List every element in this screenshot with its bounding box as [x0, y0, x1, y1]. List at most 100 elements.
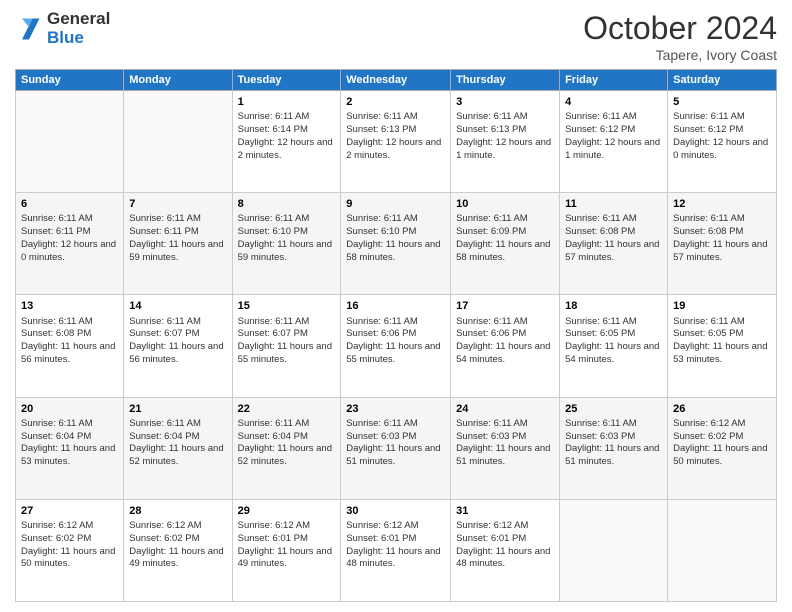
- day-cell: 4 Sunrise: 6:11 AM Sunset: 6:12 PM Daylig…: [560, 91, 668, 193]
- day-number: 29: [238, 504, 336, 518]
- day-cell: 1 Sunrise: 6:11 AM Sunset: 6:14 PM Daylig…: [232, 91, 341, 193]
- day-info: Sunrise: 6:11 AM Sunset: 6:09 PM Dayligh…: [456, 213, 554, 264]
- day-info: Sunrise: 6:11 AM Sunset: 6:04 PM Dayligh…: [21, 418, 118, 469]
- location: Tapere, Ivory Coast: [583, 47, 777, 63]
- day-number: 31: [456, 504, 554, 518]
- header-cell-wednesday: Wednesday: [341, 70, 451, 91]
- day-info: Sunrise: 6:11 AM Sunset: 6:03 PM Dayligh…: [456, 418, 554, 469]
- day-number: 20: [21, 402, 118, 416]
- day-info: Sunrise: 6:11 AM Sunset: 6:06 PM Dayligh…: [346, 316, 445, 367]
- day-cell: 19 Sunrise: 6:11 AM Sunset: 6:05 PM Dayli…: [668, 295, 777, 397]
- day-info: Sunrise: 6:11 AM Sunset: 6:07 PM Dayligh…: [238, 316, 336, 367]
- day-cell: 30 Sunrise: 6:12 AM Sunset: 6:01 PM Dayli…: [341, 499, 451, 601]
- day-info: Sunrise: 6:12 AM Sunset: 6:01 PM Dayligh…: [346, 520, 445, 571]
- day-info: Sunrise: 6:11 AM Sunset: 6:04 PM Dayligh…: [129, 418, 226, 469]
- week-row-3: 13 Sunrise: 6:11 AM Sunset: 6:08 PM Dayli…: [16, 295, 777, 397]
- header-cell-sunday: Sunday: [16, 70, 124, 91]
- title-block: October 2024 Tapere, Ivory Coast: [583, 10, 777, 63]
- header: General Blue October 2024 Tapere, Ivory …: [15, 10, 777, 63]
- day-number: 21: [129, 402, 226, 416]
- day-number: 25: [565, 402, 662, 416]
- day-info: Sunrise: 6:12 AM Sunset: 6:02 PM Dayligh…: [129, 520, 226, 571]
- day-info: Sunrise: 6:11 AM Sunset: 6:12 PM Dayligh…: [565, 111, 662, 162]
- day-cell: 18 Sunrise: 6:11 AM Sunset: 6:05 PM Dayli…: [560, 295, 668, 397]
- day-cell: [668, 499, 777, 601]
- day-cell: 26Sunrise: 6:12 AM Sunset: 6:02 PM Dayli…: [668, 397, 777, 499]
- day-info: Sunrise: 6:11 AM Sunset: 6:13 PM Dayligh…: [456, 111, 554, 162]
- day-cell: 29 Sunrise: 6:12 AM Sunset: 6:01 PM Dayli…: [232, 499, 341, 601]
- day-cell: 12Sunrise: 6:11 AM Sunset: 6:08 PM Dayli…: [668, 193, 777, 295]
- header-row: SundayMondayTuesdayWednesdayThursdayFrid…: [16, 70, 777, 91]
- day-info: Sunrise: 6:12 AM Sunset: 6:01 PM Dayligh…: [238, 520, 336, 571]
- header-cell-tuesday: Tuesday: [232, 70, 341, 91]
- day-number: 5: [673, 95, 771, 109]
- day-number: 14: [129, 299, 226, 313]
- day-number: 27: [21, 504, 118, 518]
- day-number: 7: [129, 197, 226, 211]
- day-number: 19: [673, 299, 771, 313]
- week-row-2: 6Sunrise: 6:11 AM Sunset: 6:11 PM Daylig…: [16, 193, 777, 295]
- day-number: 24: [456, 402, 554, 416]
- week-row-1: 1 Sunrise: 6:11 AM Sunset: 6:14 PM Daylig…: [16, 91, 777, 193]
- day-number: 10: [456, 197, 554, 211]
- day-number: 17: [456, 299, 554, 313]
- day-cell: 13 Sunrise: 6:11 AM Sunset: 6:08 PM Dayli…: [16, 295, 124, 397]
- day-info: Sunrise: 6:11 AM Sunset: 6:10 PM Dayligh…: [346, 213, 445, 264]
- month-title: October 2024: [583, 10, 777, 47]
- day-cell: 17 Sunrise: 6:11 AM Sunset: 6:06 PM Dayli…: [451, 295, 560, 397]
- day-cell: 6Sunrise: 6:11 AM Sunset: 6:11 PM Daylig…: [16, 193, 124, 295]
- day-info: Sunrise: 6:11 AM Sunset: 6:13 PM Dayligh…: [346, 111, 445, 162]
- day-cell: 2Sunrise: 6:11 AM Sunset: 6:13 PM Daylig…: [341, 91, 451, 193]
- day-number: 18: [565, 299, 662, 313]
- day-number: 22: [238, 402, 336, 416]
- day-info: Sunrise: 6:12 AM Sunset: 6:02 PM Dayligh…: [673, 418, 771, 469]
- day-cell: 22 Sunrise: 6:11 AM Sunset: 6:04 PM Dayli…: [232, 397, 341, 499]
- day-cell: 24 Sunrise: 6:11 AM Sunset: 6:03 PM Dayli…: [451, 397, 560, 499]
- day-number: 16: [346, 299, 445, 313]
- header-cell-monday: Monday: [124, 70, 232, 91]
- day-info: Sunrise: 6:11 AM Sunset: 6:08 PM Dayligh…: [565, 213, 662, 264]
- day-number: 11: [565, 197, 662, 211]
- day-cell: 15 Sunrise: 6:11 AM Sunset: 6:07 PM Dayli…: [232, 295, 341, 397]
- day-cell: [124, 91, 232, 193]
- logo-text-blue: Blue: [47, 29, 110, 48]
- day-info: Sunrise: 6:11 AM Sunset: 6:06 PM Dayligh…: [456, 316, 554, 367]
- header-cell-friday: Friday: [560, 70, 668, 91]
- day-cell: 8Sunrise: 6:11 AM Sunset: 6:10 PM Daylig…: [232, 193, 341, 295]
- day-number: 4: [565, 95, 662, 109]
- day-info: Sunrise: 6:12 AM Sunset: 6:01 PM Dayligh…: [456, 520, 554, 571]
- day-info: Sunrise: 6:11 AM Sunset: 6:07 PM Dayligh…: [129, 316, 226, 367]
- header-cell-saturday: Saturday: [668, 70, 777, 91]
- day-number: 15: [238, 299, 336, 313]
- day-number: 6: [21, 197, 118, 211]
- day-cell: 20 Sunrise: 6:11 AM Sunset: 6:04 PM Dayli…: [16, 397, 124, 499]
- day-info: Sunrise: 6:11 AM Sunset: 6:04 PM Dayligh…: [238, 418, 336, 469]
- day-info: Sunrise: 6:11 AM Sunset: 6:03 PM Dayligh…: [346, 418, 445, 469]
- day-cell: 25 Sunrise: 6:11 AM Sunset: 6:03 PM Dayli…: [560, 397, 668, 499]
- day-info: Sunrise: 6:11 AM Sunset: 6:05 PM Dayligh…: [673, 316, 771, 367]
- logo-icon: [15, 15, 43, 43]
- day-number: 28: [129, 504, 226, 518]
- day-cell: 27Sunrise: 6:12 AM Sunset: 6:02 PM Dayli…: [16, 499, 124, 601]
- day-number: 1: [238, 95, 336, 109]
- week-row-4: 20 Sunrise: 6:11 AM Sunset: 6:04 PM Dayli…: [16, 397, 777, 499]
- day-cell: 5Sunrise: 6:11 AM Sunset: 6:12 PM Daylig…: [668, 91, 777, 193]
- day-number: 8: [238, 197, 336, 211]
- day-number: 3: [456, 95, 554, 109]
- day-cell: 11 Sunrise: 6:11 AM Sunset: 6:08 PM Dayli…: [560, 193, 668, 295]
- day-info: Sunrise: 6:11 AM Sunset: 6:08 PM Dayligh…: [21, 316, 118, 367]
- day-number: 12: [673, 197, 771, 211]
- day-number: 13: [21, 299, 118, 313]
- day-number: 23: [346, 402, 445, 416]
- logo-text-general: General: [47, 10, 110, 29]
- day-cell: 23 Sunrise: 6:11 AM Sunset: 6:03 PM Dayli…: [341, 397, 451, 499]
- day-number: 30: [346, 504, 445, 518]
- day-cell: 31 Sunrise: 6:12 AM Sunset: 6:01 PM Dayli…: [451, 499, 560, 601]
- day-cell: 28 Sunrise: 6:12 AM Sunset: 6:02 PM Dayli…: [124, 499, 232, 601]
- day-info: Sunrise: 6:11 AM Sunset: 6:03 PM Dayligh…: [565, 418, 662, 469]
- day-info: Sunrise: 6:11 AM Sunset: 6:14 PM Dayligh…: [238, 111, 336, 162]
- day-cell: [560, 499, 668, 601]
- day-cell: 16 Sunrise: 6:11 AM Sunset: 6:06 PM Dayli…: [341, 295, 451, 397]
- day-info: Sunrise: 6:11 AM Sunset: 6:05 PM Dayligh…: [565, 316, 662, 367]
- header-cell-thursday: Thursday: [451, 70, 560, 91]
